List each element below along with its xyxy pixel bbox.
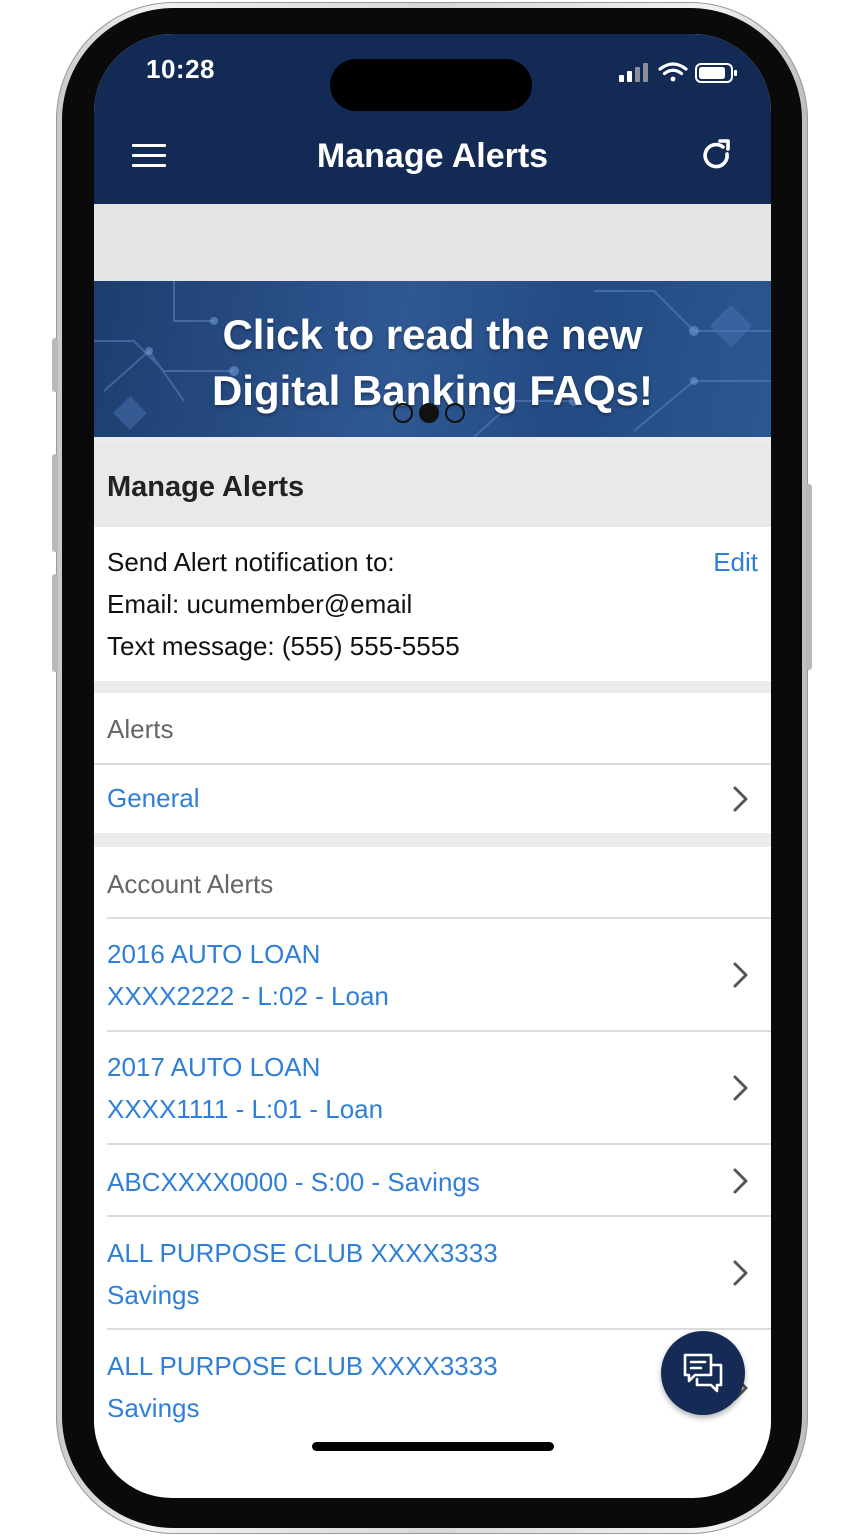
- power-button: [806, 484, 812, 670]
- banner-line-1: Click to read the new: [222, 311, 643, 358]
- notification-label: Send Alert notification to:: [107, 547, 395, 577]
- account-number: XXXX2222 - L:02 - Loan: [107, 981, 389, 1011]
- account-name: ALL PURPOSE CLUB XXXX3333: [107, 1351, 498, 1381]
- notification-email: Email: ucumember@email: [107, 589, 413, 619]
- app-header: 10:28 Manage Alerts: [94, 34, 771, 204]
- notification-settings: Send Alert notification to: Edit Email: …: [94, 527, 771, 681]
- chevron-right-icon: [733, 1075, 748, 1101]
- chevron-right-icon: [733, 962, 748, 988]
- spacer: [94, 437, 771, 445]
- account-alerts-label: Account Alerts: [107, 869, 274, 899]
- list-item-general[interactable]: General: [94, 765, 771, 833]
- chevron-right-icon: [733, 1260, 748, 1286]
- account-name: ALL PURPOSE CLUB XXXX3333: [107, 1238, 498, 1268]
- notification-text-message: Text message: (555) 555-5555: [107, 631, 460, 661]
- battery-icon: [695, 63, 737, 83]
- spacer: [94, 833, 771, 847]
- silent-switch: [52, 338, 58, 392]
- account-alerts-header: Account Alerts: [94, 847, 771, 917]
- page-title: Manage Alerts: [316, 137, 549, 175]
- signal-icon: [619, 63, 648, 82]
- account-name: 2017 AUTO LOAN: [107, 1052, 321, 1082]
- account-name: ABCXXXX0000 - S:00 - Savings: [107, 1167, 480, 1197]
- edit-button[interactable]: Edit: [713, 547, 758, 578]
- section-title: Manage Alerts: [107, 471, 305, 503]
- carousel-dots[interactable]: [393, 403, 471, 425]
- chat-icon: [683, 1353, 723, 1393]
- ad-space: [94, 204, 771, 281]
- wifi-icon: [658, 62, 688, 82]
- alerts-label: Alerts: [107, 714, 174, 744]
- carousel-dot-active[interactable]: [419, 403, 439, 423]
- list-item-account[interactable]: ALL PURPOSE CLUB XXXX3333 Savings: [94, 1217, 771, 1328]
- list-item-label: General: [107, 783, 200, 813]
- status-time: 10:28: [146, 54, 215, 84]
- spacer: [94, 681, 771, 693]
- account-type: Savings: [107, 1280, 200, 1310]
- volume-up-button: [52, 454, 58, 552]
- volume-down-button: [52, 574, 58, 672]
- dynamic-island: [330, 59, 532, 111]
- alerts-header: Alerts: [94, 693, 771, 763]
- carousel-dot[interactable]: [393, 403, 413, 423]
- list-item-account[interactable]: ABCXXXX0000 - S:00 - Savings: [94, 1145, 771, 1215]
- refresh-icon[interactable]: [698, 138, 734, 174]
- list-item-account[interactable]: 2017 AUTO LOAN XXXX1111 - L:01 - Loan: [94, 1032, 771, 1143]
- account-name: 2016 AUTO LOAN: [107, 939, 321, 969]
- account-number: XXXX1111 - L:01 - Loan: [107, 1094, 384, 1124]
- list-item-account[interactable]: 2016 AUTO LOAN XXXX2222 - L:02 - Loan: [94, 919, 771, 1030]
- carousel-dot[interactable]: [445, 403, 465, 423]
- chat-button[interactable]: [661, 1331, 745, 1415]
- status-icons: [617, 60, 741, 91]
- chevron-right-icon: [733, 1168, 748, 1194]
- faq-banner[interactable]: Click to read the new Digital Banking FA…: [94, 281, 771, 437]
- section-header: Manage Alerts: [94, 445, 771, 527]
- home-indicator[interactable]: [312, 1442, 554, 1451]
- app-screen: 10:28 Manage Alerts Click to read the ne…: [94, 34, 771, 1498]
- account-type: Savings: [107, 1393, 200, 1423]
- chevron-right-icon: [733, 786, 748, 812]
